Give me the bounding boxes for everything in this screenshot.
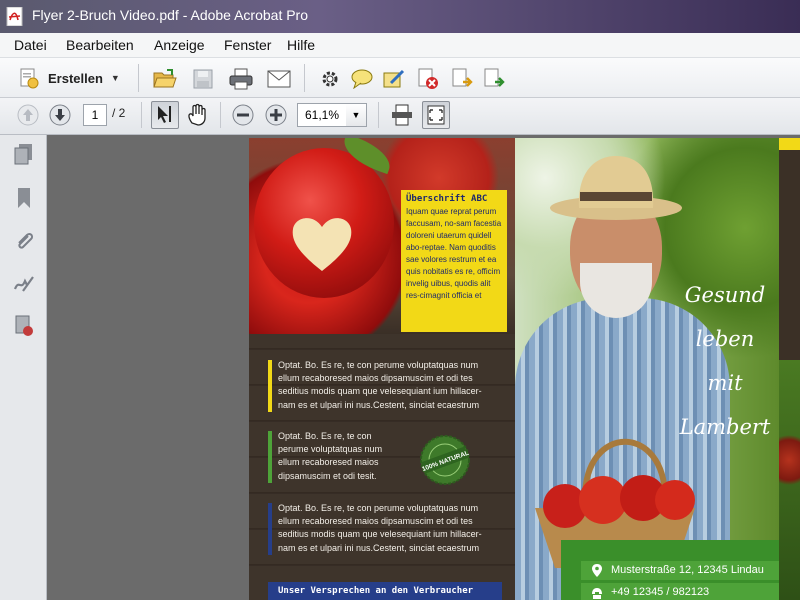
paragraph-line: ellum recaboresed maios dipsamuscim et o… <box>278 373 473 384</box>
cursor-icon <box>158 106 171 123</box>
zoom-in-icon[interactable] <box>264 103 288 127</box>
chevron-down-icon: ▼ <box>110 73 120 83</box>
attachments-icon[interactable] <box>13 230 35 252</box>
yellow-box-title: Überschrift ABC <box>406 194 488 204</box>
print-icon[interactable] <box>228 66 254 92</box>
menu-fenster[interactable]: Fenster <box>224 37 271 53</box>
window-title: Flyer 2-Bruch Video.pdf - Adobe Acrobat … <box>32 7 309 23</box>
menu-hilfe[interactable]: Hilfe <box>287 37 315 53</box>
headline-line: Gesund <box>684 283 766 307</box>
phone-text: +49 12345 / 982123 <box>611 586 710 598</box>
flyer-panel-right <box>779 138 800 600</box>
pdf-page: Überschrift ABC Iquam quae reprat perum … <box>249 138 800 600</box>
paragraph-2: Optat. Bo. Es re, te con perume voluptat… <box>268 430 418 483</box>
paragraph-line: ellum recaboresed maios dipsamuscim et o… <box>278 516 473 527</box>
zoom-out-icon[interactable] <box>231 103 255 127</box>
paragraph-line: seditius modis quam que velesequiant ium… <box>278 386 482 397</box>
save-icon[interactable] <box>190 66 216 92</box>
create-label: Erstellen <box>48 70 103 86</box>
sign-icon[interactable] <box>382 67 406 91</box>
heart-icon <box>292 218 352 271</box>
settings-icon[interactable] <box>318 67 342 91</box>
toolbar-divider <box>378 102 379 128</box>
paragraph-1: Optat. Bo. Es re, te con perume voluptat… <box>268 359 508 412</box>
fit-width-icon <box>427 105 445 125</box>
yellow-box-body: Iquam quae reprat perum faccusam, no-sam… <box>406 207 502 300</box>
hand-tool-icon[interactable] <box>184 102 210 128</box>
paragraph-line: ellum recaboresed maios <box>278 457 379 468</box>
menu-anzeige[interactable]: Anzeige <box>154 37 205 53</box>
navigation-pane <box>0 135 47 600</box>
paragraph-line: Optat. Bo. Es re, te con perume voluptat… <box>278 360 479 370</box>
create-button[interactable]: Erstellen ▼ <box>18 66 120 90</box>
contact-box: Musterstraße 12, 12345 Lindau +49 12345 … <box>561 540 779 600</box>
page-total: / 2 <box>112 106 126 120</box>
create-pdf-icon <box>20 68 39 89</box>
promise-banner: Unser Versprechen an den Verbraucher <box>268 582 502 600</box>
page-number-input[interactable]: 1 <box>83 104 107 126</box>
address-text: Musterstraße 12, 12345 Lindau <box>611 564 764 576</box>
paragraph-line: nam es et ulpari ini nus.Cestent, sincia… <box>278 399 480 410</box>
vegetable-photo <box>779 360 800 600</box>
flyer-panel-left: Überschrift ABC Iquam quae reprat perum … <box>249 138 515 600</box>
title-bar: Flyer 2-Bruch Video.pdf - Adobe Acrobat … <box>0 0 800 33</box>
paragraph-line: perume voluptatquas num <box>278 444 383 455</box>
previous-page-icon[interactable] <box>16 103 40 127</box>
headline: Gesund leben mit Lambert <box>675 273 775 449</box>
phone-row: +49 12345 / 982123 <box>581 583 779 600</box>
menu-bar: Datei Bearbeiten Anzeige Fenster Hilfe <box>0 33 800 58</box>
paragraph-line: Optat. Bo. Es re, te con <box>278 431 372 441</box>
headline-line: leben mit <box>695 327 755 395</box>
select-tool-button[interactable] <box>151 101 179 129</box>
export-icon[interactable] <box>450 67 474 91</box>
yellow-text-box: Überschrift ABC Iquam quae reprat perum … <box>401 190 507 332</box>
menu-datei[interactable]: Datei <box>14 37 47 53</box>
share-icon[interactable] <box>482 67 506 91</box>
fit-width-button[interactable] <box>422 101 450 129</box>
zoom-dropdown-button[interactable]: ▼ <box>346 103 367 127</box>
location-pin-icon <box>592 564 602 577</box>
phone-icon <box>592 588 602 599</box>
straw-hat-icon <box>550 156 682 220</box>
bookmarks-icon[interactable] <box>13 187 35 209</box>
chevron-down-icon: ▼ <box>351 110 361 120</box>
yellow-strip <box>779 138 800 150</box>
menu-bearbeiten[interactable]: Bearbeiten <box>66 37 134 53</box>
zoom-input[interactable]: 61,1% <box>297 103 347 127</box>
page-thumbnails-icon[interactable] <box>13 143 35 165</box>
signatures-icon[interactable] <box>13 273 35 295</box>
paragraph-line: nam es et ulpari ini nus.Cestent, sincia… <box>278 542 480 553</box>
paragraph-3: Optat. Bo. Es re, te con perume voluptat… <box>268 502 508 555</box>
next-page-icon[interactable] <box>48 103 72 127</box>
toolbar-divider <box>304 64 305 92</box>
acrobat-pdf-icon <box>6 7 23 26</box>
headline-line: Lambert <box>679 415 771 439</box>
paragraph-line: dipsamuscim et odi tesit. <box>278 470 377 481</box>
paragraph-line: seditius modis quam que velesequiant ium… <box>278 529 482 540</box>
comment-icon[interactable] <box>350 67 374 91</box>
natural-badge-icon: 100% NATURAL <box>420 435 470 485</box>
flyer-panel-middle: Gesund leben mit Lambert Musterstraße 12… <box>515 138 779 600</box>
toolbar-divider <box>141 102 142 128</box>
document-workspace[interactable]: Überschrift ABC Iquam quae reprat perum … <box>47 135 800 600</box>
toolbar-divider <box>220 102 221 128</box>
content-icon[interactable] <box>13 315 35 337</box>
fit-page-icon[interactable] <box>389 102 415 128</box>
delete-page-icon[interactable] <box>416 67 440 91</box>
email-icon[interactable] <box>266 66 292 92</box>
open-icon[interactable] <box>152 66 178 92</box>
paragraph-line: Optat. Bo. Es re, te con perume voluptat… <box>278 503 479 513</box>
toolbar-divider <box>138 64 139 92</box>
address-row: Musterstraße 12, 12345 Lindau <box>581 561 779 580</box>
banner-text: Unser Versprechen an den Verbraucher <box>278 586 474 596</box>
